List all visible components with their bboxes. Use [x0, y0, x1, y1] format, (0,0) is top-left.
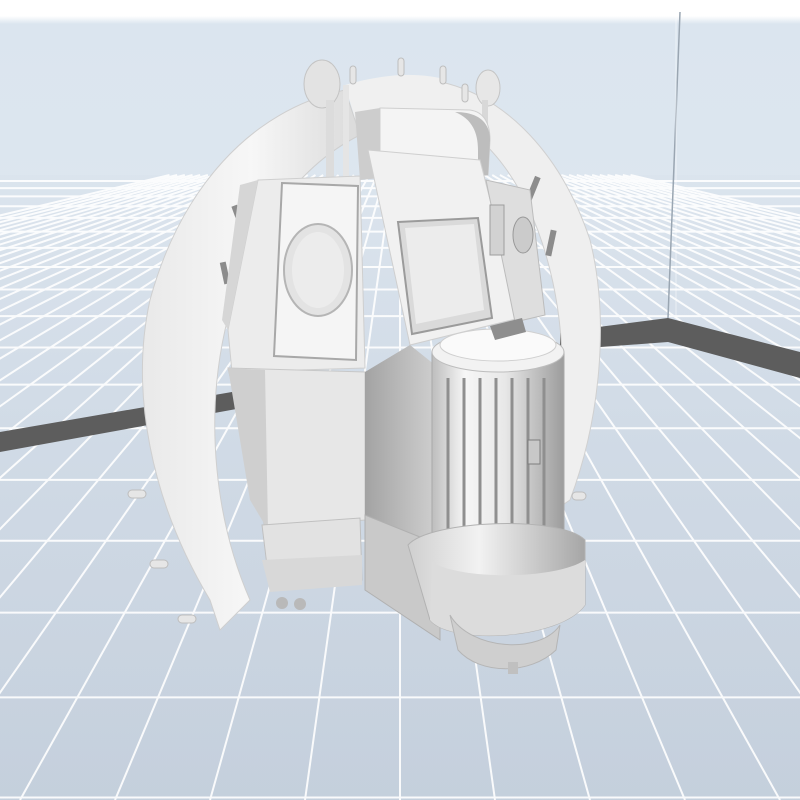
viewport-canvas[interactable] [0, 0, 800, 800]
left-panel [222, 175, 366, 373]
3d-viewport[interactable] [0, 0, 800, 800]
